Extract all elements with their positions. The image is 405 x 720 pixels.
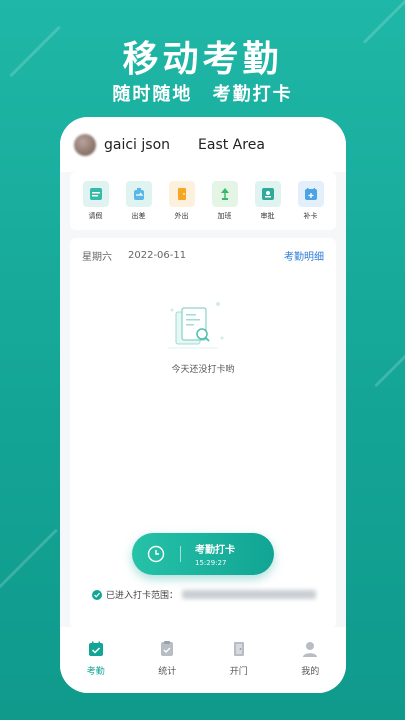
empty-record-icon [158,298,228,354]
approval-icon [254,181,281,207]
tab-label: 我的 [301,667,320,677]
avatar[interactable] [74,133,96,156]
leave-icon [82,181,109,207]
range-text: 已进入打卡范围： [106,591,179,601]
overtime-icon [211,181,238,207]
shortcut-label: 审批 [260,212,275,220]
profile-icon [300,639,320,659]
hero-subtitle-2: 考勤打卡 [212,84,293,105]
shortcut-business-trip[interactable]: 出差 [121,181,157,221]
date-row: 星期六 2022-06-11 考勤明细 [70,238,336,263]
decor-stripe [0,528,58,595]
tab-attendance[interactable]: 考勤 [71,639,121,677]
attendance-detail-link[interactable]: 考勤明细 [284,248,324,263]
shortcut-label: 外出 [174,212,189,220]
statistics-icon [157,639,177,659]
tab-statistics[interactable]: 统计 [142,639,192,677]
shortcut-leave[interactable]: 请假 [78,181,114,221]
shortcut-label: 补卡 [303,212,318,220]
shortcut-makeup-card[interactable]: 补卡 [293,181,329,221]
hero-subtitle-1: 随时随地 [112,84,193,105]
shortcut-bar: 请假 出差 外出 加班 审批 补卡 [70,172,336,230]
bottom-tab-bar: 考勤 统计 开门 我的 [60,627,346,693]
clock-icon [132,545,180,563]
punch-in-button[interactable]: 考勤打卡 15:29:27 [132,533,274,575]
tab-label: 开门 [229,667,248,677]
shortcut-label: 请假 [88,212,103,220]
door-icon [229,639,249,659]
decor-stripe [374,335,405,388]
empty-message: 今天还没打卡哟 [171,365,235,375]
shortcut-label: 加班 [217,212,232,220]
weekday: 星期六 [82,252,112,263]
shortcut-label: 出差 [131,212,146,220]
attendance-icon [86,639,106,659]
hero-subtitle: 随时随地 考勤打卡 [0,80,405,106]
makeup-card-icon [297,181,324,207]
tab-label: 统计 [158,667,177,677]
location-redacted [182,590,317,599]
user-header: gaici json East Area [60,117,346,172]
go-out-icon [168,181,195,207]
attendance-card: 星期六 2022-06-11 考勤明细 今天还没打卡哟 考勤打卡 15:29:2… [70,238,336,628]
check-icon [92,589,102,600]
tab-profile[interactable]: 我的 [285,639,335,677]
shortcut-go-out[interactable]: 外出 [164,181,200,221]
shortcut-overtime[interactable]: 加班 [207,181,243,221]
shortcut-approval[interactable]: 审批 [250,181,286,221]
tab-door[interactable]: 开门 [214,639,264,677]
punch-label: 考勤打卡 [195,545,235,556]
date: 2022-06-11 [128,250,187,261]
punch-time: 15:29:27 [195,559,227,567]
username: gaici json [104,136,171,153]
area-name: East Area [198,136,265,153]
business-trip-icon [125,181,152,207]
punch-range-status: 已进入打卡范围： [92,588,317,601]
hero-title: 移动考勤 [122,39,283,80]
tab-label: 考勤 [86,667,105,677]
phone-mockup: gaici json East Area 请假 出差 外出 加班 审批 补卡 星… [60,117,346,693]
